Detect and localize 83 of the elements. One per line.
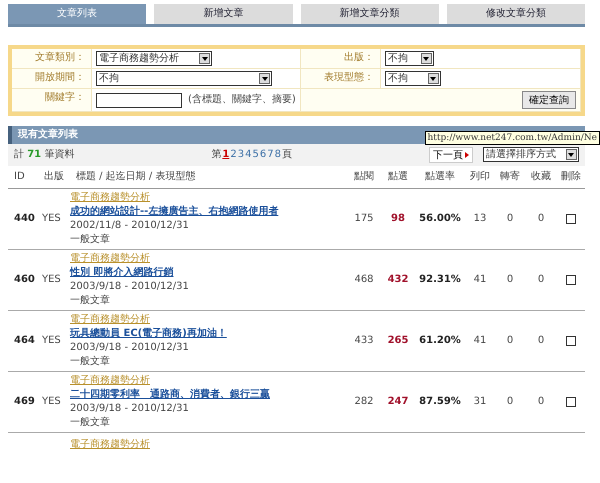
rate-cell-text: 56.00%: [418, 213, 462, 225]
column-header: 刪除: [560, 171, 582, 183]
page-label: 頁: [282, 149, 292, 161]
id-cell-text: 469: [13, 396, 36, 408]
favorites-cell-text: 0: [536, 274, 546, 286]
views-cell-text: 175: [353, 213, 375, 225]
article-type: 一般文章: [70, 234, 111, 246]
column-header: 收藏: [530, 171, 552, 183]
views-cell-text: 433: [353, 335, 375, 347]
clicks-cell-text: 98: [390, 213, 406, 225]
keyword-field[interactable]: [96, 92, 182, 108]
page-link[interactable]: 2: [230, 149, 237, 161]
delete-checkbox[interactable]: [566, 336, 576, 346]
article-title-link[interactable]: 性別 即將介入網路行銷: [70, 267, 347, 279]
forwards-cell-text: 0: [506, 396, 514, 408]
category-select[interactable]: 電子商務趨勢分析: [96, 51, 212, 66]
play-icon: [464, 152, 469, 158]
column-header: ID: [13, 171, 26, 183]
publish-select[interactable]: 不拘: [384, 51, 434, 66]
article-type: 一般文章: [70, 295, 111, 307]
forwards-cell-text: 0: [506, 335, 514, 347]
prints-cell-text: 13: [472, 213, 488, 225]
column-header: 標題 / 起迄日期 / 表現型態: [75, 171, 196, 183]
id-cell-text: 440: [13, 213, 36, 225]
column-header: 轉寄: [499, 171, 521, 183]
sort-select[interactable]: 請選擇排序方式: [482, 147, 579, 162]
forwards-cell-text: 0: [506, 213, 514, 225]
column-header: 點選率: [424, 171, 456, 183]
page-link[interactable]: 3: [238, 149, 244, 161]
column-header: 點選: [387, 171, 409, 183]
favorites-cell-text: 0: [536, 335, 546, 347]
views-cell-text: 468: [353, 274, 375, 286]
article-type: 一般文章: [70, 417, 111, 429]
tab[interactable]: 修改文章分類: [446, 4, 585, 24]
page-link[interactable]: 4: [245, 149, 252, 161]
delete-checkbox[interactable]: [566, 275, 576, 285]
url-tooltip: http://www.net247.com.tw/Admin/Ne: [424, 131, 600, 145]
favorites-cell-text: 0: [536, 213, 546, 225]
column-header: 列印: [469, 171, 491, 183]
page-link[interactable]: 7: [267, 149, 274, 161]
date-range: 2003/9/18 - 2010/12/31: [70, 281, 190, 293]
page-link[interactable]: 5: [252, 149, 259, 161]
article-title-link[interactable]: 成功的網站設計--左擁廣告主、右抱網路使用者: [70, 206, 347, 218]
rate-cell-text: 92.31%: [418, 274, 462, 286]
clicks-cell-text: 265: [386, 335, 410, 347]
column-header: 出版: [43, 171, 65, 183]
prints-cell-text: 41: [472, 335, 488, 347]
field-hint: (含標題、關鍵字、摘要): [188, 94, 296, 106]
favorites-cell-text: 0: [536, 396, 546, 408]
date-range: 2003/9/18 - 2010/12/31: [70, 403, 190, 415]
prints-cell-text: 31: [472, 396, 488, 408]
delete-checkbox[interactable]: [566, 214, 576, 224]
column-header: 點閱: [353, 171, 375, 183]
date-range: 2002/11/8 - 2010/12/31: [70, 220, 190, 232]
record-count: 計 71 筆資料: [14, 149, 74, 161]
published-cell-text: YES: [41, 335, 62, 347]
article-type: 一般文章: [70, 356, 111, 368]
article-title-link[interactable]: 玩具總動員 EC(電子商務)再加油！: [70, 328, 347, 340]
published-cell-text: YES: [41, 396, 62, 408]
delete-checkbox[interactable]: [566, 397, 576, 407]
forwards-cell-text: 0: [506, 274, 514, 286]
page-link[interactable]: 8: [274, 149, 281, 161]
published-cell-text: YES: [41, 274, 62, 286]
tab[interactable]: 新增文章: [154, 4, 292, 24]
tab[interactable]: 新增文章分類: [300, 4, 439, 24]
views-cell-text: 282: [353, 396, 375, 408]
clicks-cell-text: 432: [386, 274, 410, 286]
page-link[interactable]: 6: [260, 149, 266, 161]
search-button[interactable]: 確定查詢: [522, 91, 576, 109]
clicks-cell-text: 247: [386, 396, 410, 408]
page-label: 第: [211, 149, 222, 161]
date-range: 2003/9/18 - 2010/12/31: [70, 342, 190, 354]
period-select[interactable]: 不拘: [96, 71, 272, 86]
style-select[interactable]: 不拘: [384, 71, 441, 86]
page-link[interactable]: 1: [222, 149, 230, 161]
article-title-link[interactable]: 二十四期零利率 通路商、消費者、銀行三贏: [70, 389, 347, 401]
next-page-button[interactable]: 下一頁: [428, 147, 473, 163]
rate-cell-text: 87.59%: [418, 396, 462, 408]
published-cell-text: YES: [41, 213, 62, 225]
id-cell-text: 464: [13, 335, 36, 347]
prints-cell-text: 41: [472, 274, 488, 286]
rate-cell-text: 61.20%: [418, 335, 462, 347]
id-cell-text: 460: [13, 274, 36, 286]
